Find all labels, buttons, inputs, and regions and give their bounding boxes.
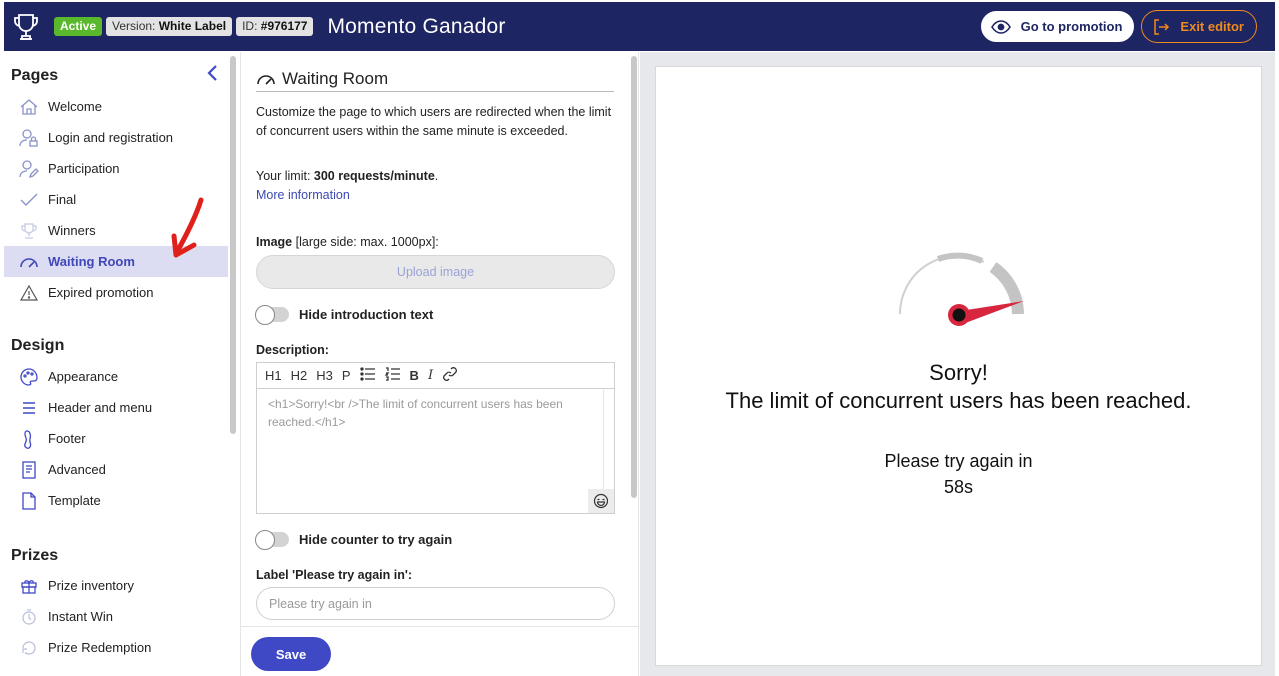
preview-countdown: 58s (943, 477, 974, 497)
palette-icon (18, 366, 40, 388)
sidebar-item-header-menu[interactable]: Header and menu (4, 392, 228, 423)
editor-panel: Waiting Room Customize the page to which… (240, 52, 639, 676)
sidebar-item-expired-promotion[interactable]: Expired promotion (4, 277, 228, 308)
user-lock-icon (18, 127, 40, 149)
speedometer-icon (257, 74, 275, 85)
link-icon[interactable] (439, 366, 461, 385)
sidebar: Pages Welcome Login and registration Par… (4, 52, 228, 676)
preview-sorry-heading: Sorry! (929, 360, 988, 385)
trophy-icon (18, 220, 40, 242)
exit-editor-button[interactable]: Exit editor (1141, 10, 1257, 43)
sidebar-item-appearance[interactable]: Appearance (4, 361, 228, 392)
description-textarea[interactable]: <h1>Sorry!<br />The limit of concurrent … (257, 389, 592, 437)
more-information-link[interactable]: More information (256, 188, 350, 202)
upload-image-button[interactable]: Upload image (256, 255, 615, 289)
sidebar-item-welcome[interactable]: Welcome (4, 91, 228, 122)
h1-button[interactable]: H1 (262, 368, 285, 383)
gift-icon (18, 575, 40, 597)
warning-icon (18, 282, 40, 304)
try-again-input[interactable]: Please try again in (256, 587, 615, 620)
sidebar-item-prize-redemption[interactable]: Prize Redemption (4, 632, 228, 663)
sidebar-item-participation[interactable]: Participation (4, 153, 228, 184)
prizes-section-title: Prizes (11, 547, 59, 564)
hide-counter-toggle[interactable] (255, 530, 289, 550)
italic-icon[interactable]: I (425, 368, 436, 383)
preview-limit-message: The limit of concurrent users has been r… (725, 388, 1192, 413)
limit-text: Your limit: 300 requests/minute. (256, 169, 439, 183)
sidebar-item-login-registration[interactable]: Login and registration (4, 122, 228, 153)
red-arrow-annotation (171, 197, 204, 258)
version-badge: Version: White Label (106, 17, 233, 36)
file-icon (18, 490, 40, 512)
app-title: Momento Ganador (327, 14, 506, 38)
rte-toolbar: H1 H2 H3 P B I (257, 363, 614, 389)
foot-icon (18, 428, 40, 450)
h2-button[interactable]: H2 (288, 368, 311, 383)
image-label: Image [large side: max. 1000px]: (256, 235, 439, 249)
sidebar-item-prize-inventory[interactable]: Prize inventory (4, 570, 228, 601)
paragraph-button[interactable]: P (339, 368, 354, 383)
sidebar-item-template[interactable]: Template (4, 485, 228, 516)
bullet-list-icon[interactable] (357, 367, 379, 384)
editor-title: Waiting Room (256, 66, 614, 92)
speedometer-icon (18, 251, 40, 273)
hide-intro-toggle-row: Hide introduction text (255, 305, 433, 325)
sidebar-item-footer[interactable]: Footer (4, 423, 228, 454)
editor-description: Customize the page to which users are re… (256, 105, 612, 138)
eye-icon (990, 19, 1011, 34)
collapse-sidebar-icon[interactable] (206, 64, 218, 87)
exit-icon (1154, 18, 1170, 35)
sidebar-item-instant-win[interactable]: Instant Win (4, 601, 228, 632)
sidebar-item-advanced[interactable]: Advanced (4, 454, 228, 485)
status-badge: Active (54, 17, 103, 36)
rte-scrollbar (603, 390, 604, 490)
check-icon (18, 189, 40, 211)
id-badge: ID: #976177 (236, 17, 314, 36)
hide-intro-toggle[interactable] (255, 305, 289, 325)
description-editor: H1 H2 H3 P B I <h1>Sorry!<br />The limit… (256, 362, 615, 514)
preview-try-again-label: Please try again in (884, 451, 1033, 471)
editor-scrollbar[interactable] (631, 56, 637, 498)
pages-section-title: Pages (11, 67, 59, 84)
go-to-promotion-button[interactable]: Go to promotion (979, 10, 1136, 43)
speedometer-gauge-icon (898, 252, 1024, 326)
preview-panel: Sorry! The limit of concurrent users has… (655, 66, 1262, 666)
numbered-list-icon[interactable] (382, 367, 404, 384)
trophy-logo-icon (4, 2, 48, 51)
bold-icon[interactable]: B (407, 368, 422, 383)
save-button[interactable]: Save (251, 637, 331, 671)
user-edit-icon (18, 158, 40, 180)
redemption-icon (18, 637, 40, 659)
emoji-icon[interactable] (588, 489, 614, 513)
menu-icon (18, 397, 40, 419)
home-icon (18, 96, 40, 118)
instant-win-icon (18, 606, 40, 628)
try-again-field-label: Label 'Please try again in': (256, 568, 412, 582)
save-bar: Save (241, 626, 638, 676)
design-section-title: Design (11, 337, 65, 354)
top-bar: Active Version: White Label ID: #976177 … (4, 2, 1275, 51)
description-label: Description: (256, 343, 329, 357)
h3-button[interactable]: H3 (313, 368, 336, 383)
code-file-icon (18, 459, 40, 481)
hide-counter-toggle-row: Hide counter to try again (255, 530, 452, 550)
sidebar-scrollbar[interactable] (230, 56, 236, 434)
